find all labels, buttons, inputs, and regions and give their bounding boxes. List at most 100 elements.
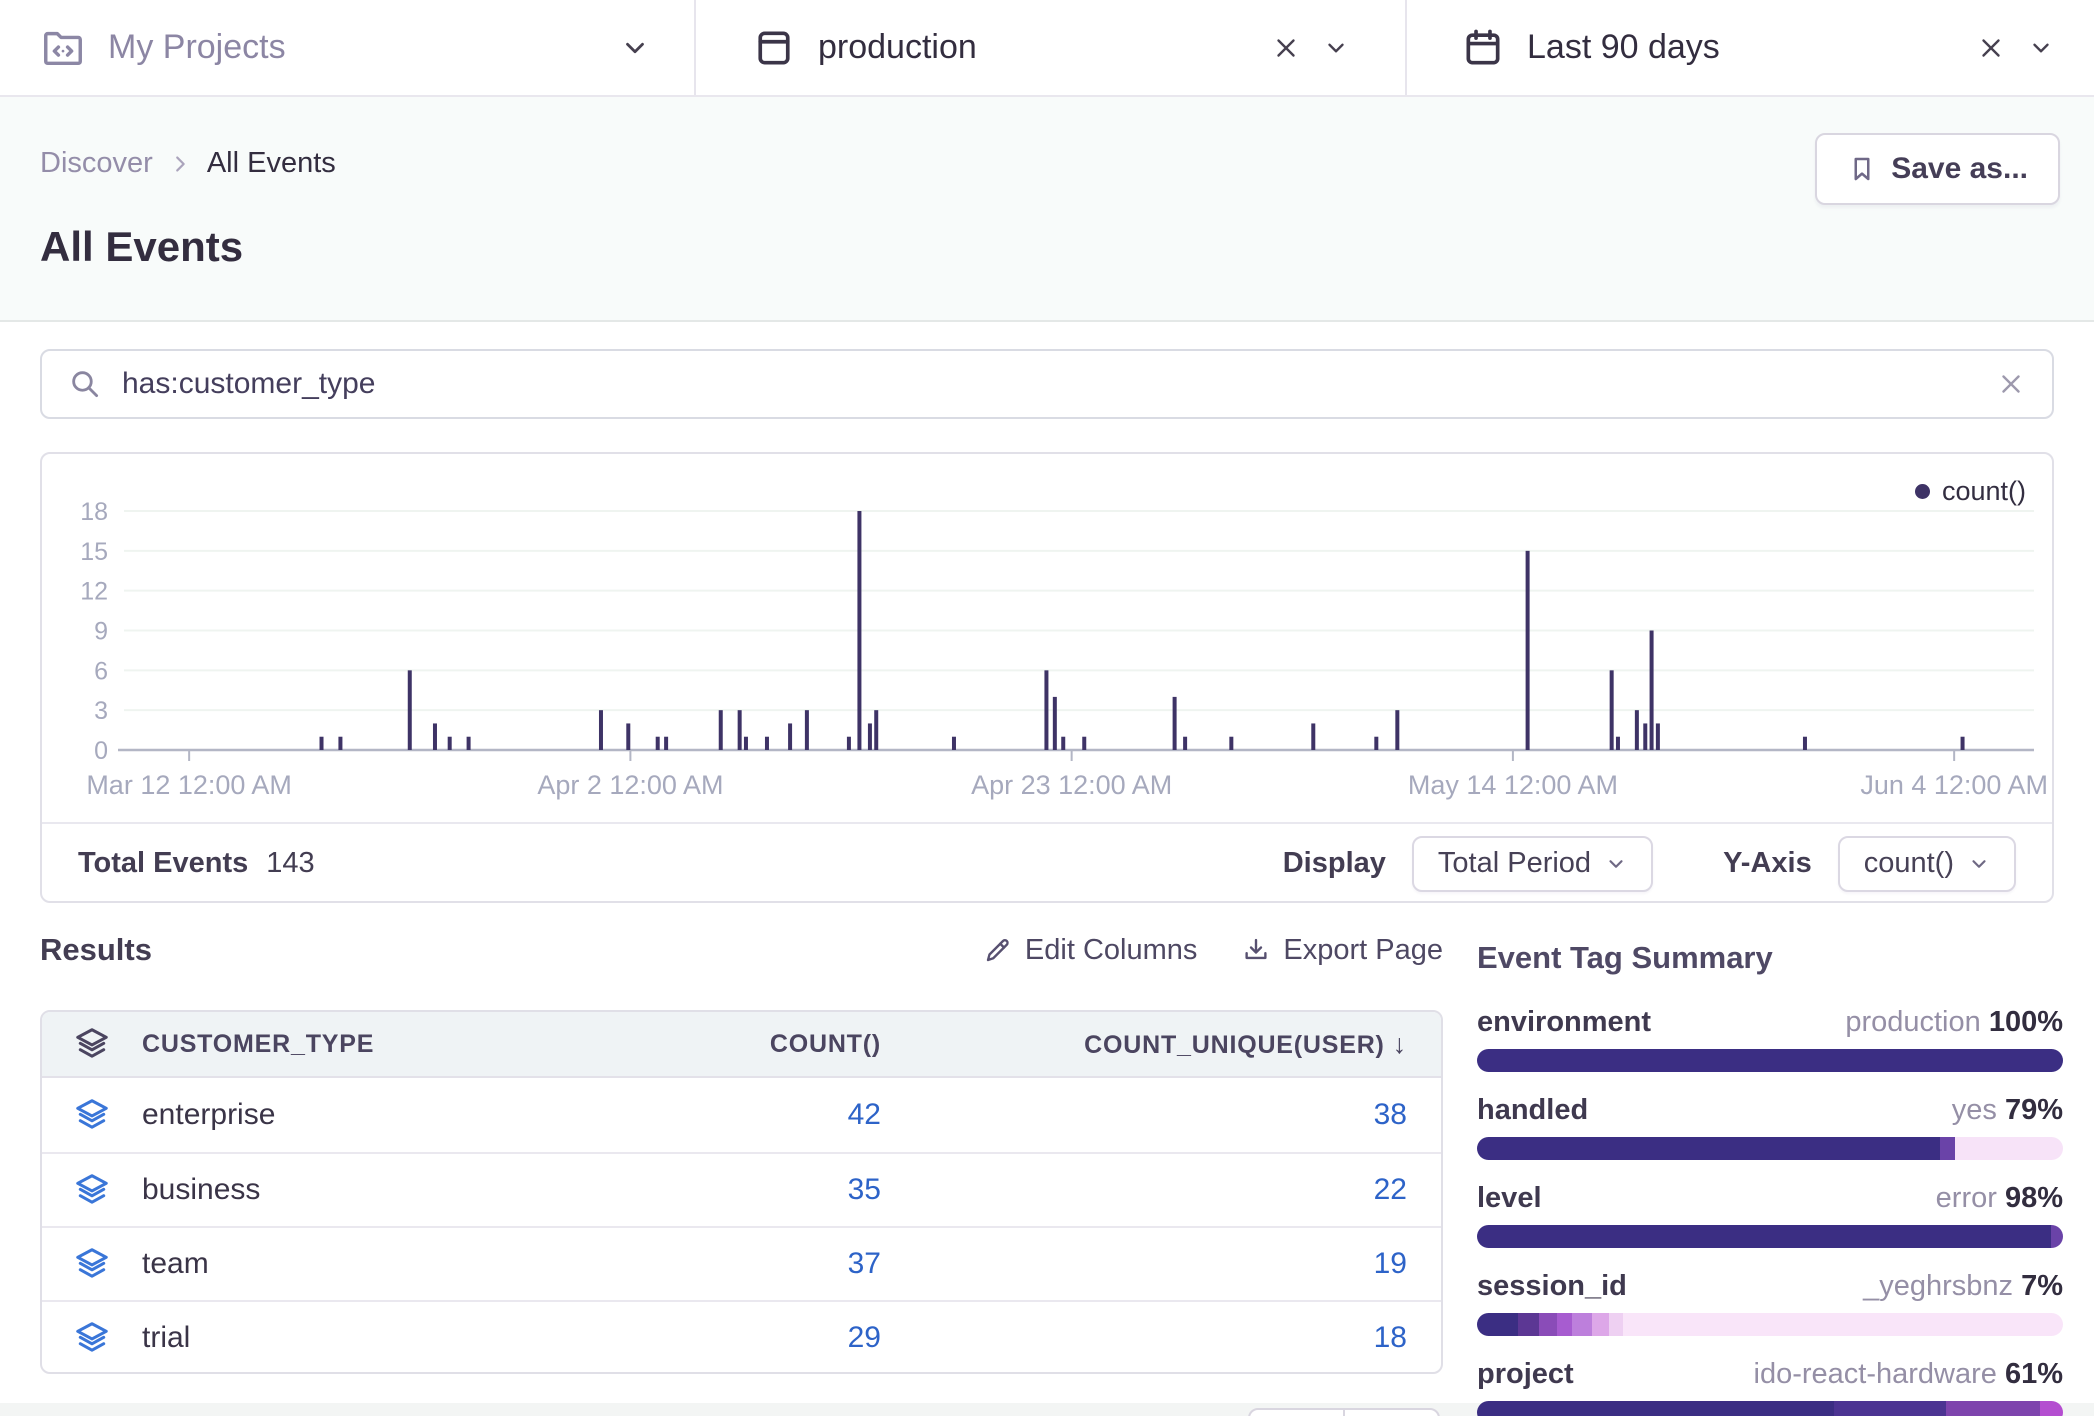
- column-count[interactable]: COUNT(): [581, 1030, 881, 1059]
- cell-count-unique[interactable]: 19: [881, 1247, 1407, 1281]
- chart-bar: [719, 710, 723, 750]
- environment-selector-label: production: [818, 28, 977, 67]
- tag-bar-segment: [1477, 1401, 1834, 1416]
- tag-percent: 79%: [2005, 1094, 2063, 1126]
- cell-count-unique[interactable]: 18: [881, 1321, 1407, 1355]
- search-query-text: has:customer_type: [122, 367, 1976, 401]
- project-selector-label: My Projects: [108, 28, 286, 67]
- x-tick-label: Jun 4 12:00 AM: [1860, 770, 2048, 800]
- tag-distribution-bar[interactable]: [1477, 1137, 2063, 1160]
- date-chevron-down-icon[interactable]: [2028, 35, 2054, 61]
- tag-distribution-bar[interactable]: [1477, 1313, 2063, 1336]
- page-header: Discover All Events All Events Save as..…: [0, 97, 2094, 322]
- y-tick-label: 18: [80, 498, 108, 526]
- chart-bar: [664, 737, 668, 750]
- cell-count[interactable]: 29: [581, 1321, 881, 1355]
- chart-bar: [952, 737, 956, 750]
- chart-bar: [788, 723, 792, 750]
- yaxis-label: Y-Axis: [1723, 847, 1812, 880]
- page-title: All Events: [40, 223, 243, 271]
- tag-bar-segment: [2051, 1225, 2063, 1248]
- tag-distribution-bar[interactable]: [1477, 1401, 2063, 1416]
- chart-bar: [320, 737, 324, 750]
- project-chevron-down-icon[interactable]: [620, 33, 650, 63]
- chart-bar: [847, 737, 851, 750]
- chart-bar: [1061, 737, 1065, 750]
- chart-bar: [408, 670, 412, 750]
- tag-percent: 100%: [1989, 1006, 2063, 1038]
- tag-summary-entry: handledyes 79%: [1477, 1094, 2063, 1160]
- edit-columns-button[interactable]: Edit Columns: [983, 934, 1197, 967]
- save-as-button[interactable]: Save as...: [1815, 133, 2060, 205]
- display-label: Display: [1283, 847, 1386, 880]
- cell-count[interactable]: 35: [581, 1173, 881, 1207]
- breadcrumb-discover-link[interactable]: Discover: [40, 147, 153, 180]
- projects-folder-icon: [40, 25, 86, 71]
- x-tick-label: Mar 12 12:00 AM: [86, 770, 292, 800]
- date-range-selector[interactable]: Last 90 days: [1405, 0, 2094, 95]
- cell-count[interactable]: 37: [581, 1247, 881, 1281]
- environment-selector[interactable]: production: [694, 0, 1405, 95]
- tag-bar-segment: [1557, 1313, 1572, 1336]
- project-selector[interactable]: My Projects: [0, 0, 694, 95]
- total-events-label: Total Events: [78, 847, 248, 880]
- chart-bar: [448, 737, 452, 750]
- tag-top-value: yes 79%: [1952, 1094, 2063, 1127]
- chart-bar: [467, 737, 471, 750]
- next-page-button[interactable]: [1343, 1408, 1440, 1416]
- save-as-label: Save as...: [1891, 152, 2028, 186]
- chart-bar: [1173, 697, 1177, 750]
- yaxis-dropdown[interactable]: count(): [1838, 836, 2016, 892]
- chart-bar: [1044, 670, 1048, 750]
- search-input[interactable]: has:customer_type: [40, 349, 2054, 419]
- chevron-down-icon: [1968, 853, 1990, 875]
- tag-summary-entry: projectido-react-hardware 61%: [1477, 1358, 2063, 1416]
- table-row[interactable]: trial2918: [42, 1300, 1441, 1374]
- chart-bar: [765, 737, 769, 750]
- events-chart: 0369121518Mar 12 12:00 AMApr 2 12:00 AMA…: [42, 454, 2056, 822]
- tag-summary-entry: levelerror 98%: [1477, 1182, 2063, 1248]
- environment-clear-icon[interactable]: [1271, 33, 1301, 63]
- chart-bar: [868, 723, 872, 750]
- chart-bar: [656, 737, 660, 750]
- chart-bar: [1656, 723, 1660, 750]
- tag-bar-segment: [1955, 1137, 2063, 1160]
- export-page-button[interactable]: Export Page: [1241, 934, 1443, 967]
- chart-bar: [805, 710, 809, 750]
- y-tick-label: 12: [80, 578, 108, 606]
- cell-count[interactable]: 42: [581, 1098, 881, 1132]
- chart-bar: [626, 723, 630, 750]
- table-row[interactable]: business3522: [42, 1152, 1441, 1226]
- cell-count-unique[interactable]: 22: [881, 1173, 1407, 1207]
- tag-bar-segment: [1609, 1313, 1623, 1336]
- environment-chevron-down-icon[interactable]: [1323, 35, 1349, 61]
- previous-page-button[interactable]: [1248, 1408, 1345, 1416]
- table-row[interactable]: team3719: [42, 1226, 1441, 1300]
- tag-distribution-bar[interactable]: [1477, 1049, 2063, 1072]
- tag-summary-entry: environmentproduction 100%: [1477, 1006, 2063, 1072]
- results-heading: Results: [40, 932, 152, 968]
- chart-bar: [1610, 670, 1614, 750]
- event-tag-summary: Event Tag Summary environmentproduction …: [1477, 930, 2063, 1416]
- date-range-label: Last 90 days: [1527, 28, 1720, 67]
- cell-count-unique[interactable]: 38: [881, 1098, 1407, 1132]
- discover-page: My Projects production: [0, 0, 2094, 1416]
- column-customer-type[interactable]: CUSTOMER_TYPE: [142, 1030, 581, 1059]
- tag-bar-segment: [1539, 1313, 1557, 1336]
- search-clear-icon[interactable]: [1996, 369, 2026, 399]
- chart-bar: [1311, 723, 1315, 750]
- y-tick-label: 3: [94, 697, 108, 725]
- tag-bar-segment: [1946, 1401, 2040, 1416]
- tag-bar-segment: [1518, 1313, 1539, 1336]
- tag-bar-segment: [1623, 1313, 2063, 1336]
- tag-bar-segment: [1477, 1137, 1940, 1160]
- date-clear-icon[interactable]: [1976, 33, 2006, 63]
- column-count-unique[interactable]: COUNT_UNIQUE(USER)↓: [881, 1029, 1407, 1060]
- table-row[interactable]: enterprise4238: [42, 1078, 1441, 1152]
- tag-distribution-bar[interactable]: [1477, 1225, 2063, 1248]
- search-icon: [68, 367, 102, 401]
- chart-bar: [1082, 737, 1086, 750]
- tag-name: environment: [1477, 1006, 1651, 1039]
- display-dropdown[interactable]: Total Period: [1412, 836, 1653, 892]
- breadcrumb-current: All Events: [207, 147, 336, 180]
